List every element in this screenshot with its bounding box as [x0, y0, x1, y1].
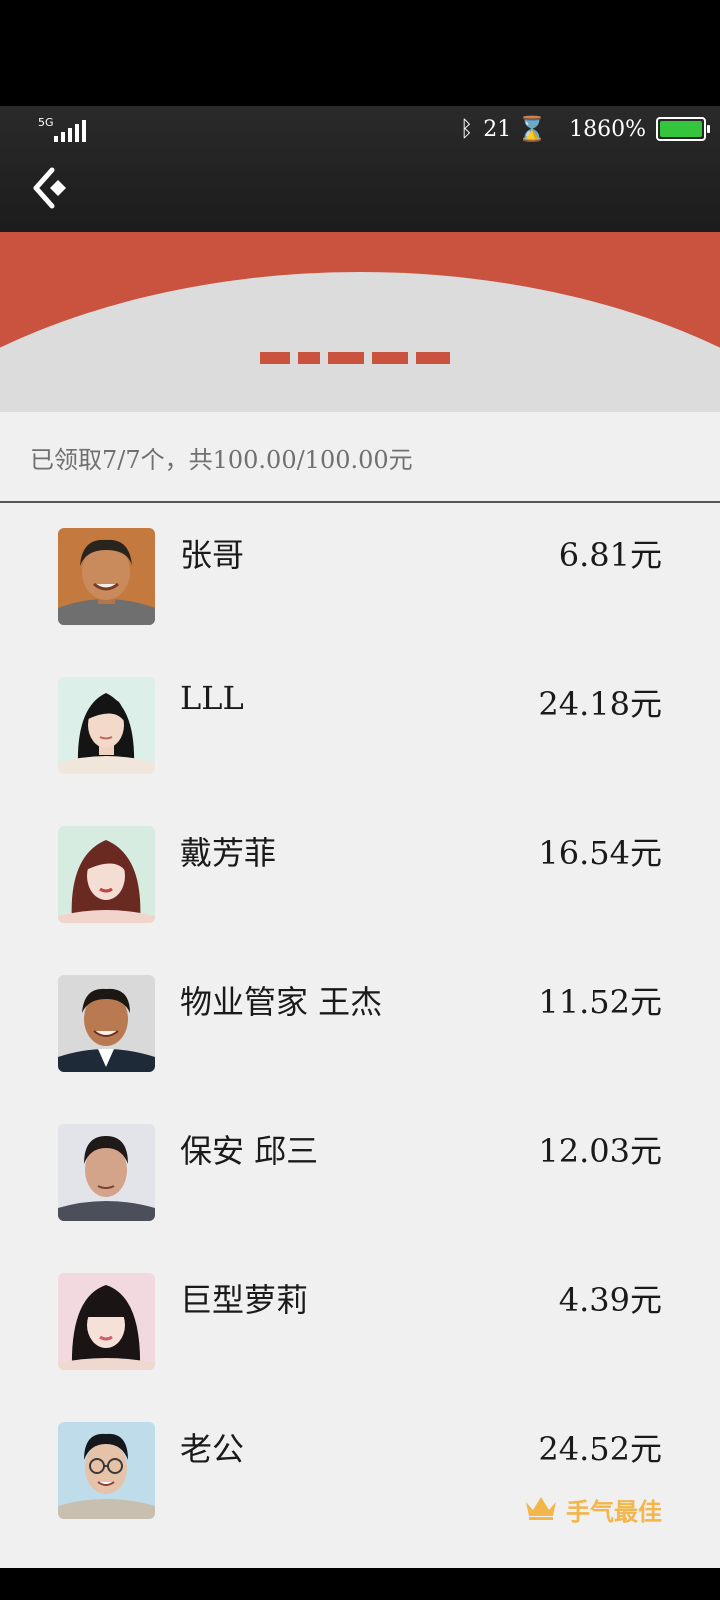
avatar[interactable] [58, 677, 155, 774]
status-right-group: ᛒ 21 ⌛ 1860% [460, 114, 710, 144]
recipient-amount: 6.81元 [558, 536, 662, 574]
hourglass-icon: ⌛ [517, 115, 548, 143]
list-item[interactable]: 戴芳菲 16.54元 [0, 826, 720, 976]
notification-count: 21 [483, 116, 512, 142]
best-luck-badge: 手气最佳 [524, 1492, 662, 1527]
back-arrow-icon[interactable] [30, 164, 78, 212]
list-item[interactable]: 物业管家 王杰 11.52元 [0, 975, 720, 1125]
signal-bars-icon [50, 120, 90, 142]
list-item[interactable]: LLL 24.18元 [0, 677, 720, 827]
avatar[interactable] [58, 975, 155, 1072]
recipient-amount: 4.39元 [558, 1281, 662, 1319]
red-envelope-header [0, 232, 720, 412]
recipient-amount: 11.52元 [538, 983, 662, 1021]
recipient-name: 张哥 [180, 536, 245, 574]
recipient-amount: 24.52元 [538, 1430, 662, 1468]
recipient-name: 戴芳菲 [180, 834, 277, 872]
recipient-name: 巨型萝莉 [180, 1281, 309, 1319]
bluetooth-icon: ᛒ [460, 116, 474, 142]
avatar[interactable] [58, 1124, 155, 1221]
status-and-nav-bar: 5G ᛒ 21 ⌛ 1860% [0, 106, 720, 232]
recipient-name: 老公 [180, 1430, 245, 1468]
list-item[interactable]: 张哥 6.81元 [0, 528, 720, 678]
crown-icon [524, 1494, 558, 1526]
avatar[interactable] [58, 1273, 155, 1370]
list-item[interactable]: 老公 24.52元 手气最佳 [0, 1422, 720, 1572]
avatar[interactable] [58, 528, 155, 625]
battery-percent: 1860% [569, 116, 646, 142]
bottom-black-bar [0, 1568, 720, 1600]
battery-icon [656, 117, 710, 141]
top-black-bar [0, 0, 720, 106]
recipients-panel: 已领取7/7个，共100.00/100.00元 张哥 6.81元 LLL 24.… [0, 412, 720, 1568]
recipient-amount: 24.18元 [538, 685, 662, 723]
cropped-title-fragment [260, 352, 450, 364]
recipient-name: 物业管家 王杰 [180, 983, 383, 1021]
list-item[interactable]: 保安 邱三 12.03元 [0, 1124, 720, 1274]
recipient-amount: 16.54元 [538, 834, 662, 872]
recipient-name: LLL [180, 679, 244, 717]
best-luck-label: 手气最佳 [566, 1498, 662, 1526]
recipient-name: 保安 邱三 [180, 1132, 319, 1170]
claim-summary: 已领取7/7个，共100.00/100.00元 [30, 446, 413, 474]
recipient-amount: 12.03元 [538, 1132, 662, 1170]
avatar[interactable] [58, 1422, 155, 1519]
envelope-arc [0, 272, 720, 412]
avatar[interactable] [58, 826, 155, 923]
divider [0, 501, 720, 503]
list-item[interactable]: 巨型萝莉 4.39元 [0, 1273, 720, 1423]
